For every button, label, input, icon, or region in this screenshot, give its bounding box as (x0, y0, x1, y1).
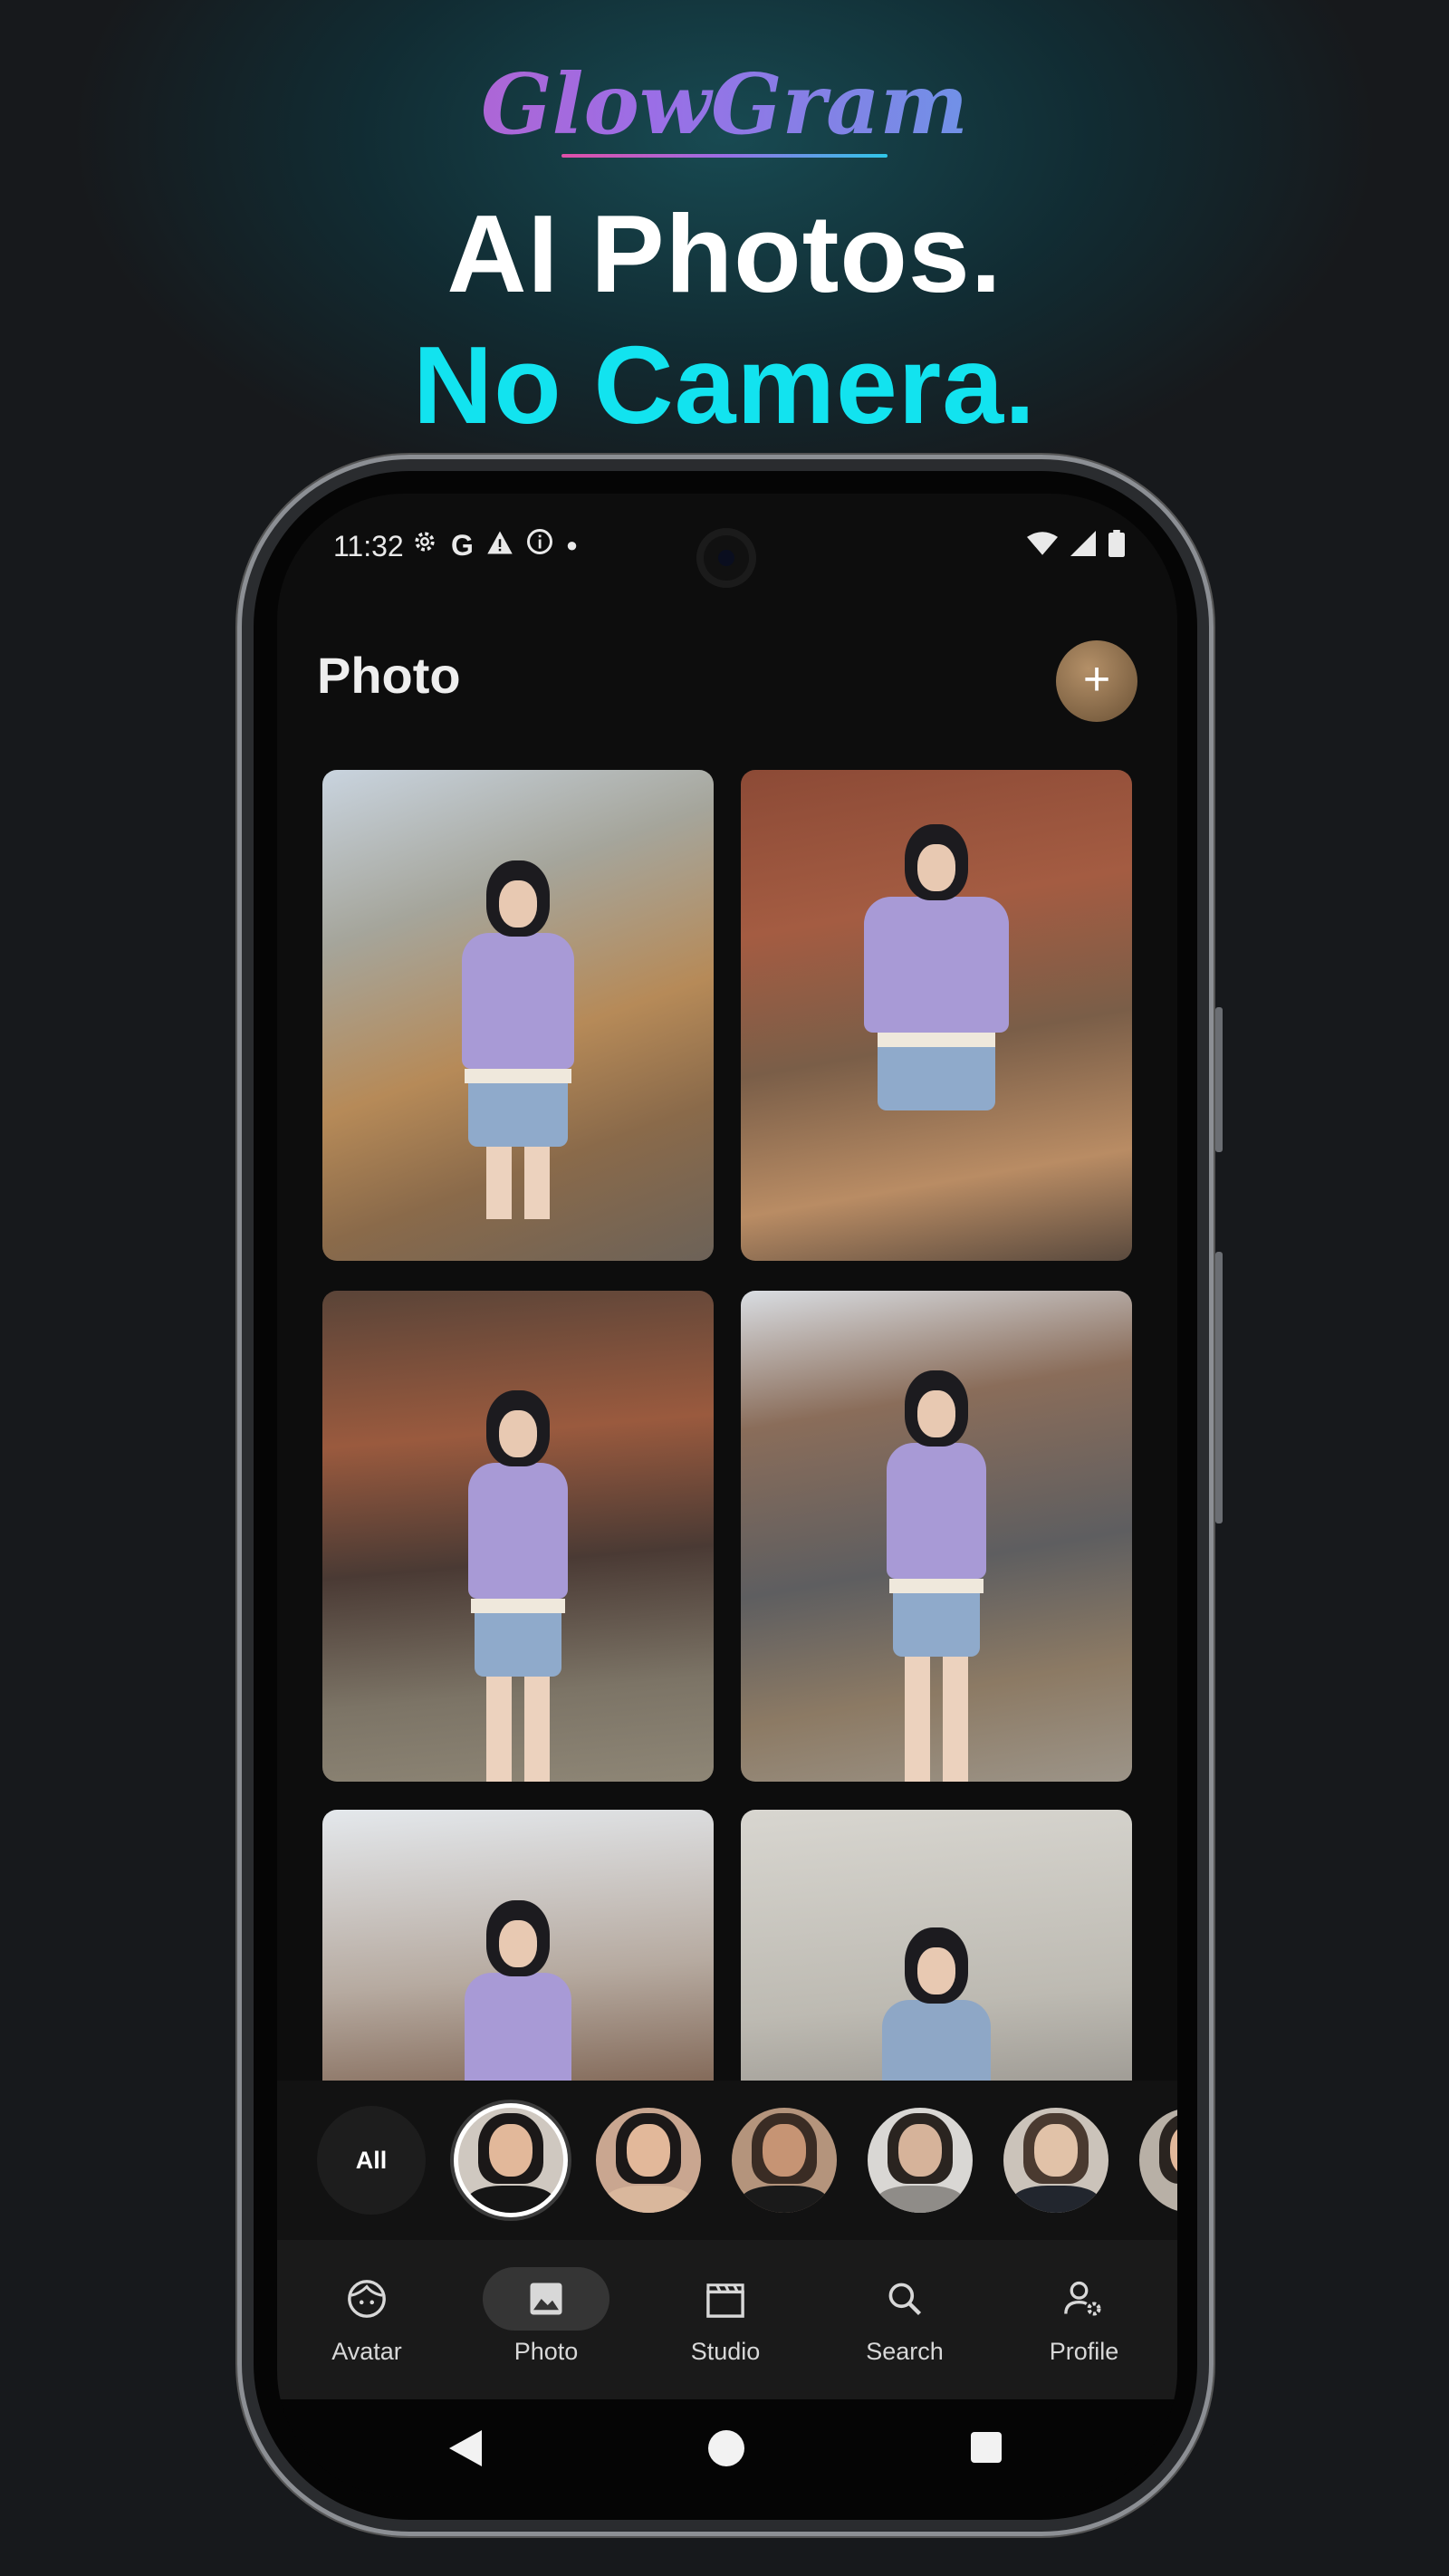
filter-all-chip[interactable]: All (317, 2106, 426, 2215)
phone-screen: 11:32 G ● Photo + All Avatar Photo Studi… (277, 494, 1177, 2497)
logo-underline (561, 154, 888, 158)
warning-icon (486, 529, 513, 562)
face-icon (303, 2267, 430, 2331)
system-navigation-bar (277, 2399, 1177, 2497)
avatar-chip[interactable] (732, 2108, 837, 2213)
gear-icon (411, 528, 438, 562)
dot-icon: ● (565, 533, 579, 556)
recents-icon[interactable] (971, 2432, 1002, 2463)
bottom-navigation: Avatar Photo Studio Search Profile (277, 2240, 1177, 2399)
status-right-icons (1027, 530, 1125, 562)
wifi-icon (1027, 532, 1058, 560)
user-settings-icon (1021, 2267, 1147, 2331)
photo-card[interactable] (322, 1291, 714, 1782)
photo-card[interactable] (741, 1291, 1132, 1782)
add-photo-button[interactable]: + (1056, 640, 1137, 722)
photo-card[interactable] (322, 770, 714, 1261)
power-button (1215, 1007, 1223, 1152)
nav-label: Avatar (331, 2338, 402, 2365)
nav-label: Studio (690, 2338, 761, 2365)
avatar-chip[interactable] (596, 2108, 701, 2213)
home-icon[interactable] (708, 2430, 744, 2466)
nav-label: Profile (1049, 2338, 1119, 2365)
nav-profile[interactable]: Profile (994, 2240, 1174, 2399)
nav-label: Search (866, 2338, 944, 2365)
headline-line1: AI Photos. (446, 192, 1003, 315)
avatar-chip[interactable] (1003, 2108, 1108, 2213)
info-icon (526, 528, 553, 562)
search-icon (841, 2267, 968, 2331)
avatar-chip[interactable] (1139, 2108, 1177, 2213)
clapperboard-icon (662, 2267, 789, 2331)
photo-subject (864, 824, 1009, 1110)
nav-label: Photo (513, 2338, 579, 2365)
nav-photo[interactable]: Photo (456, 2240, 636, 2399)
status-time: 11:32 (333, 530, 404, 562)
photo-subject (468, 1390, 568, 1782)
avatar-chip[interactable] (458, 2108, 563, 2213)
nav-studio[interactable]: Studio (636, 2240, 815, 2399)
volume-button (1215, 1252, 1223, 1523)
photo-subject (887, 1370, 986, 1782)
photo-subject (462, 860, 574, 1219)
status-left-icons: G ● (411, 528, 578, 562)
photo-card[interactable] (741, 770, 1132, 1261)
avatar-chip[interactable] (868, 2108, 973, 2213)
nav-search[interactable]: Search (815, 2240, 994, 2399)
google-icon: G (451, 528, 474, 562)
image-icon (483, 2267, 609, 2331)
nav-avatar[interactable]: Avatar (277, 2240, 456, 2399)
front-camera (696, 528, 756, 588)
back-icon[interactable] (449, 2430, 482, 2471)
signal-icon (1070, 531, 1096, 561)
plus-icon: + (1082, 653, 1111, 706)
headline-line2: No Camera. (412, 323, 1037, 447)
app-logo: GlowGram (0, 50, 1449, 159)
page-title: Photo (317, 647, 461, 704)
battery-icon (1108, 530, 1125, 562)
avatar-selector: All (277, 2081, 1177, 2240)
